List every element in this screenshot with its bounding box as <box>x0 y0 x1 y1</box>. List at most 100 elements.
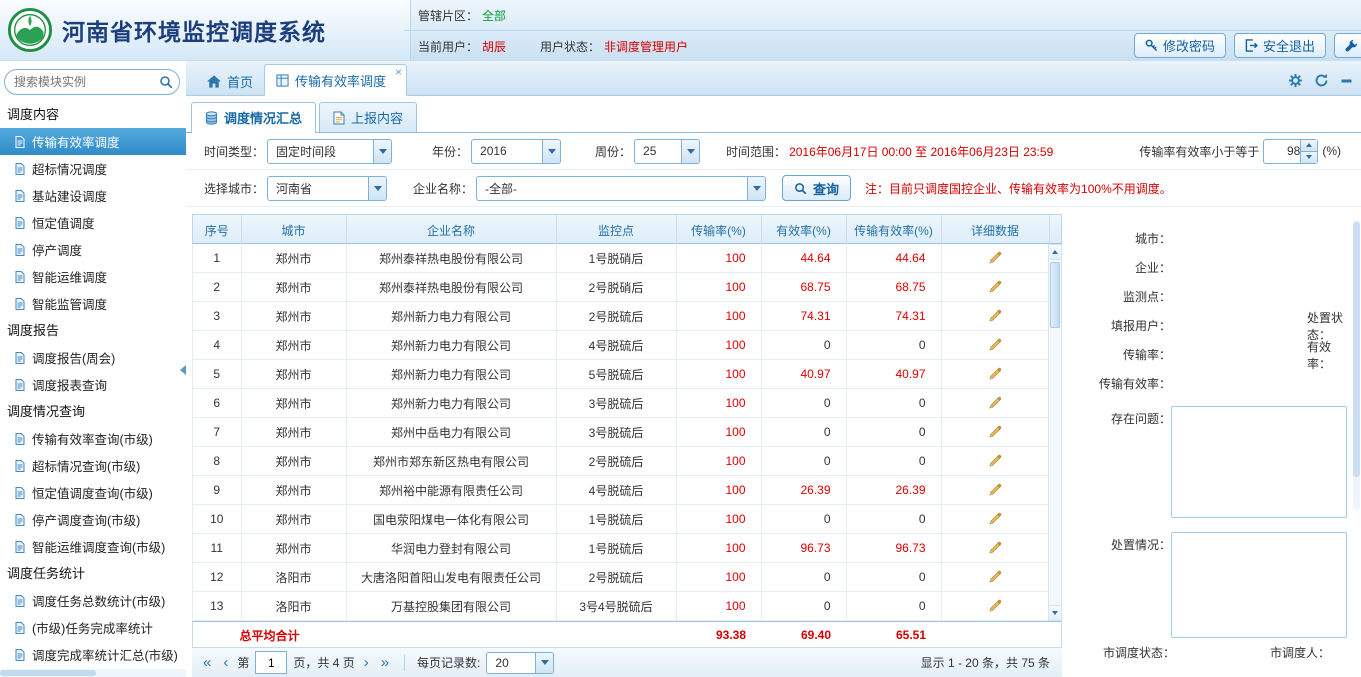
sidebar-item-label: 智能运维调度 <box>32 267 107 286</box>
year-select[interactable]: 2016 <box>471 139 561 164</box>
sidebar-item[interactable]: 超标情况调度 <box>0 155 186 182</box>
column-header[interactable]: 传输率(%) <box>676 215 761 245</box>
table-row[interactable]: 8郑州市郑州市郑东新区热电有限公司2号脱硫后10000 <box>193 447 1049 476</box>
edit-pencil-icon[interactable] <box>988 367 1002 381</box>
threshold-input[interactable] <box>1266 141 1302 162</box>
table-row[interactable]: 7郑州市郑州中岳电力有限公司3号脱硫后10000 <box>193 418 1049 447</box>
prev-page-icon[interactable]: ‹ <box>220 655 231 670</box>
detail-scroll-thumb[interactable] <box>1353 222 1360 477</box>
edit-pencil-icon[interactable] <box>988 541 1002 555</box>
refresh-icon[interactable] <box>1314 73 1329 88</box>
detail-scrollbar[interactable] <box>1353 220 1360 510</box>
edit-pencil-icon[interactable] <box>988 570 1002 584</box>
table-row[interactable]: 1郑州市郑州泰祥热电股份有限公司1号脱硝后10044.6444.64 <box>193 244 1049 273</box>
sidebar-item[interactable]: 调度报告(周会) <box>0 344 186 371</box>
edit-pencil-icon[interactable] <box>988 396 1002 410</box>
scrollbar-track[interactable] <box>1049 260 1061 605</box>
sidebar-item[interactable]: 超标情况查询(市级) <box>0 452 186 479</box>
sidebar-item[interactable]: 传输有效率调度 <box>0 128 186 155</box>
sidebar-item[interactable]: 调度任务总数统计(市级) <box>0 587 186 614</box>
sidebar-item[interactable]: 停产调度查询(市级) <box>0 506 186 533</box>
edit-pencil-icon[interactable] <box>988 280 1002 294</box>
sidebar-item[interactable]: 基站建设调度 <box>0 182 186 209</box>
scrollbar-thumb[interactable] <box>1050 262 1060 328</box>
handle-textarea[interactable] <box>1171 532 1347 638</box>
edit-pencil-icon[interactable] <box>988 425 1002 439</box>
time-type-select[interactable]: 固定时间段 <box>267 139 392 164</box>
subtab-report-content[interactable]: 上报内容 <box>319 102 417 132</box>
sidebar-item[interactable]: 恒定值调度 <box>0 209 186 236</box>
search-input[interactable] <box>4 69 180 95</box>
subtab-dispatch-summary[interactable]: 调度情况汇总 <box>191 102 316 132</box>
column-header[interactable]: 城市 <box>241 215 346 245</box>
column-header[interactable]: 传输有效率(%) <box>846 215 941 245</box>
spinner-down-button[interactable] <box>1301 152 1317 163</box>
column-header[interactable]: 序号 <box>193 215 241 245</box>
support-button[interactable]: 技 <box>1334 33 1361 58</box>
settings-gear-icon[interactable] <box>1288 73 1303 88</box>
sidebar-hscroll-thumb[interactable] <box>0 670 96 676</box>
sidebar-group-title[interactable]: 调度任务统计 <box>0 560 186 587</box>
sidebar-item[interactable]: 停产调度 <box>0 236 186 263</box>
sidebar-item[interactable]: (市级)任务完成率统计 <box>0 614 186 641</box>
document-icon <box>15 514 26 526</box>
page-number-input[interactable] <box>255 651 287 674</box>
table-row[interactable]: 12洛阳市大唐洛阳首阳山发电有限责任公司2号脱硫后10000 <box>193 563 1049 592</box>
column-header[interactable]: 有效率(%) <box>761 215 846 245</box>
edit-pencil-icon[interactable] <box>988 454 1002 468</box>
document-icon <box>15 244 26 256</box>
table-row[interactable]: 4郑州市郑州新力电力有限公司4号脱硫后10000 <box>193 331 1049 360</box>
city-select[interactable]: 河南省 <box>267 176 387 201</box>
edit-pencil-icon[interactable] <box>988 309 1002 323</box>
sidebar-item[interactable]: 智能运维调度查询(市级) <box>0 533 186 560</box>
edit-pencil-icon[interactable] <box>988 251 1002 265</box>
first-page-icon[interactable]: « <box>200 655 214 670</box>
problem-textarea[interactable] <box>1171 406 1347 518</box>
sidebar-group-title[interactable]: 调度情况查询 <box>0 398 186 425</box>
search-icon[interactable] <box>159 75 173 89</box>
table-row[interactable]: 13洛阳市万基控股集团有限公司3号4号脱硫后10000 <box>193 592 1049 621</box>
sidebar-group-title[interactable]: 调度内容 <box>0 101 186 128</box>
column-header[interactable]: 监控点 <box>556 215 676 245</box>
last-page-icon[interactable]: » <box>378 655 392 670</box>
edit-pencil-icon[interactable] <box>988 512 1002 526</box>
table-row[interactable]: 6郑州市郑州新力电力有限公司3号脱硫后10000 <box>193 389 1049 418</box>
city-cell: 郑州市 <box>241 273 346 302</box>
tab-close-icon[interactable]: × <box>395 66 402 78</box>
sidebar-item-label: 智能运维调度查询(市级) <box>32 537 165 556</box>
scroll-down-button[interactable] <box>1049 605 1061 620</box>
edit-pencil-icon[interactable] <box>988 338 1002 352</box>
sidebar-item[interactable]: 恒定值调度查询(市级) <box>0 479 186 506</box>
column-header[interactable]: 企业名称 <box>346 215 556 245</box>
sidebar-item[interactable]: 调度完成率统计汇总(市级) <box>0 641 186 668</box>
table-row[interactable]: 3郑州市郑州新力电力有限公司2号脱硫后10074.3174.31 <box>193 302 1049 331</box>
sidebar-item[interactable]: 智能监管调度 <box>0 290 186 317</box>
table-row[interactable]: 9郑州市郑州裕中能源有限责任公司4号脱硫后10026.3926.39 <box>193 476 1049 505</box>
table-row[interactable]: 5郑州市郑州新力电力有限公司5号脱硫后10040.9740.97 <box>193 360 1049 389</box>
change-password-button[interactable]: 修改密码 <box>1134 33 1226 58</box>
week-select[interactable]: 25 <box>634 139 700 164</box>
sidebar-collapse-handle[interactable] <box>179 352 187 388</box>
spinner-up-button[interactable] <box>1301 140 1317 152</box>
next-page-icon[interactable]: › <box>361 655 372 670</box>
edit-pencil-icon[interactable] <box>988 599 1002 613</box>
query-button[interactable]: 查询 <box>782 175 851 201</box>
sidebar-item[interactable]: 调度报表查询 <box>0 371 186 398</box>
edit-pencil-icon[interactable] <box>988 483 1002 497</box>
per-page-select[interactable]: 20 <box>486 652 554 674</box>
table-row[interactable]: 10郑州市国电荥阳煤电一体化有限公司1号脱硫后10000 <box>193 505 1049 534</box>
sidebar-item[interactable]: 智能运维调度 <box>0 263 186 290</box>
table-row[interactable]: 11郑州市华润电力登封有限公司1号脱硫后10096.7396.73 <box>193 534 1049 563</box>
enterprise-select[interactable]: -全部- <box>476 176 766 201</box>
sidebar-item[interactable]: 传输有效率查询(市级) <box>0 425 186 452</box>
tab-home[interactable]: 首页 <box>196 67 264 95</box>
sidebar-hscrollbar[interactable] <box>0 669 186 677</box>
scroll-up-button[interactable] <box>1049 245 1061 260</box>
tab-active[interactable]: 传输有效率调度 × <box>264 64 407 96</box>
table-row[interactable]: 2郑州市郑州泰祥热电股份有限公司2号脱硝后10068.7568.75 <box>193 273 1049 302</box>
sidebar-group-title[interactable]: 调度报告 <box>0 317 186 344</box>
table-vscrollbar[interactable] <box>1048 244 1062 621</box>
logout-button[interactable]: 安全退出 <box>1234 33 1326 58</box>
column-header[interactable]: 详细数据 <box>941 215 1049 245</box>
minimize-icon[interactable] <box>1340 74 1353 87</box>
